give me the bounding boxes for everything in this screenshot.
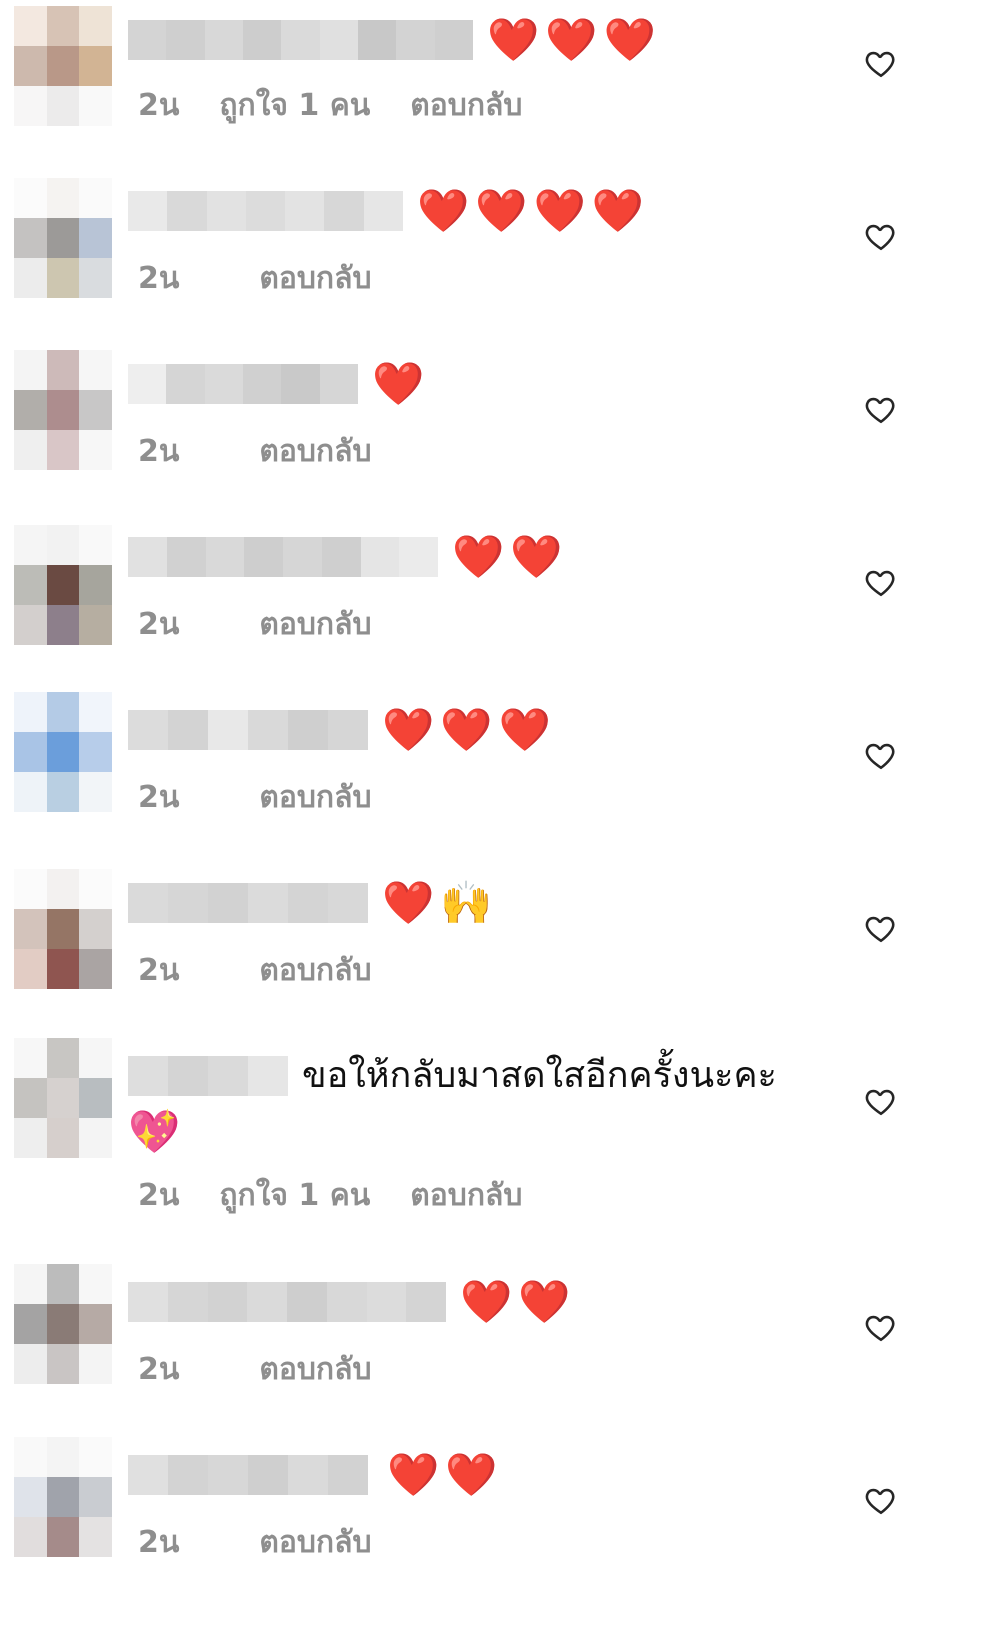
username-blurred[interactable] — [128, 710, 368, 750]
comment-emoji: ❤️❤️ — [460, 1277, 577, 1326]
comment-time: 2น — [138, 88, 180, 123]
reply-button[interactable]: ตอบกลับ — [259, 947, 371, 994]
reply-button[interactable]: ตอบกลับ — [259, 255, 371, 302]
heart-outline-icon[interactable] — [864, 219, 898, 253]
comment-time: 2น — [138, 261, 180, 296]
username-blurred[interactable] — [128, 537, 438, 577]
avatar[interactable] — [14, 6, 112, 126]
comment-likes-count[interactable]: ถูกใจ 1 คน — [219, 82, 370, 129]
comment-text: ขอให้กลับมาสดใสอีกครั้งนะคะ — [302, 1055, 777, 1096]
comment-emoji: ❤️❤️❤️ — [487, 15, 662, 64]
username-blurred[interactable] — [128, 20, 473, 60]
heart-outline-icon[interactable] — [864, 565, 898, 599]
username-blurred[interactable] — [128, 883, 368, 923]
comment-emoji: ❤️❤️❤️ — [382, 705, 557, 754]
reply-button[interactable]: ตอบกลับ — [259, 1346, 371, 1393]
comment-time: 2น — [138, 1352, 180, 1387]
reply-button[interactable]: ตอบกลับ — [410, 82, 522, 129]
avatar[interactable] — [14, 178, 112, 298]
heart-outline-icon[interactable] — [864, 1084, 898, 1118]
comment-emoji: 💖 — [128, 1107, 187, 1156]
comment-time: 2น — [138, 1178, 180, 1213]
reply-button[interactable]: ตอบกลับ — [259, 428, 371, 475]
username-blurred[interactable] — [128, 1455, 373, 1495]
heart-outline-icon[interactable] — [864, 1483, 898, 1517]
avatar[interactable] — [14, 869, 112, 989]
avatar[interactable] — [14, 692, 112, 812]
comment-emoji: ❤️❤️ — [387, 1450, 504, 1499]
comment-time: 2น — [138, 953, 180, 988]
avatar[interactable] — [14, 1038, 112, 1158]
reply-button[interactable]: ตอบกลับ — [259, 1519, 371, 1566]
comment-emoji: ❤️❤️❤️❤️ — [417, 186, 651, 235]
username-blurred[interactable] — [128, 191, 403, 231]
avatar[interactable] — [14, 525, 112, 645]
heart-outline-icon[interactable] — [864, 46, 898, 80]
comment-time: 2น — [138, 1525, 180, 1560]
avatar[interactable] — [14, 350, 112, 470]
username-blurred[interactable] — [128, 1282, 446, 1322]
comment-emoji: ❤️ — [372, 359, 431, 408]
reply-button[interactable]: ตอบกลับ — [259, 774, 371, 821]
heart-outline-icon[interactable] — [864, 1310, 898, 1344]
comment-emoji: ❤️❤️ — [452, 532, 569, 581]
username-blurred[interactable] — [128, 364, 358, 404]
username-blurred[interactable] — [128, 1056, 288, 1096]
avatar[interactable] — [14, 1437, 112, 1557]
avatar[interactable] — [14, 1264, 112, 1384]
reply-button[interactable]: ตอบกลับ — [410, 1172, 522, 1219]
comment-time: 2น — [138, 434, 180, 469]
heart-outline-icon[interactable] — [864, 738, 898, 772]
heart-outline-icon[interactable] — [864, 911, 898, 945]
comment-time: 2น — [138, 607, 180, 642]
comment-time: 2น — [138, 780, 180, 815]
comment-list: ❤️❤️❤️ 2น ถูกใจ 1 คน ตอบกลับ ❤️❤️❤️❤️ 2น… — [0, 0, 996, 1644]
reply-button[interactable]: ตอบกลับ — [259, 601, 371, 648]
comment-likes-count[interactable]: ถูกใจ 1 คน — [219, 1172, 370, 1219]
comment-emoji: ❤️🙌 — [382, 878, 499, 927]
heart-outline-icon[interactable] — [864, 392, 898, 426]
